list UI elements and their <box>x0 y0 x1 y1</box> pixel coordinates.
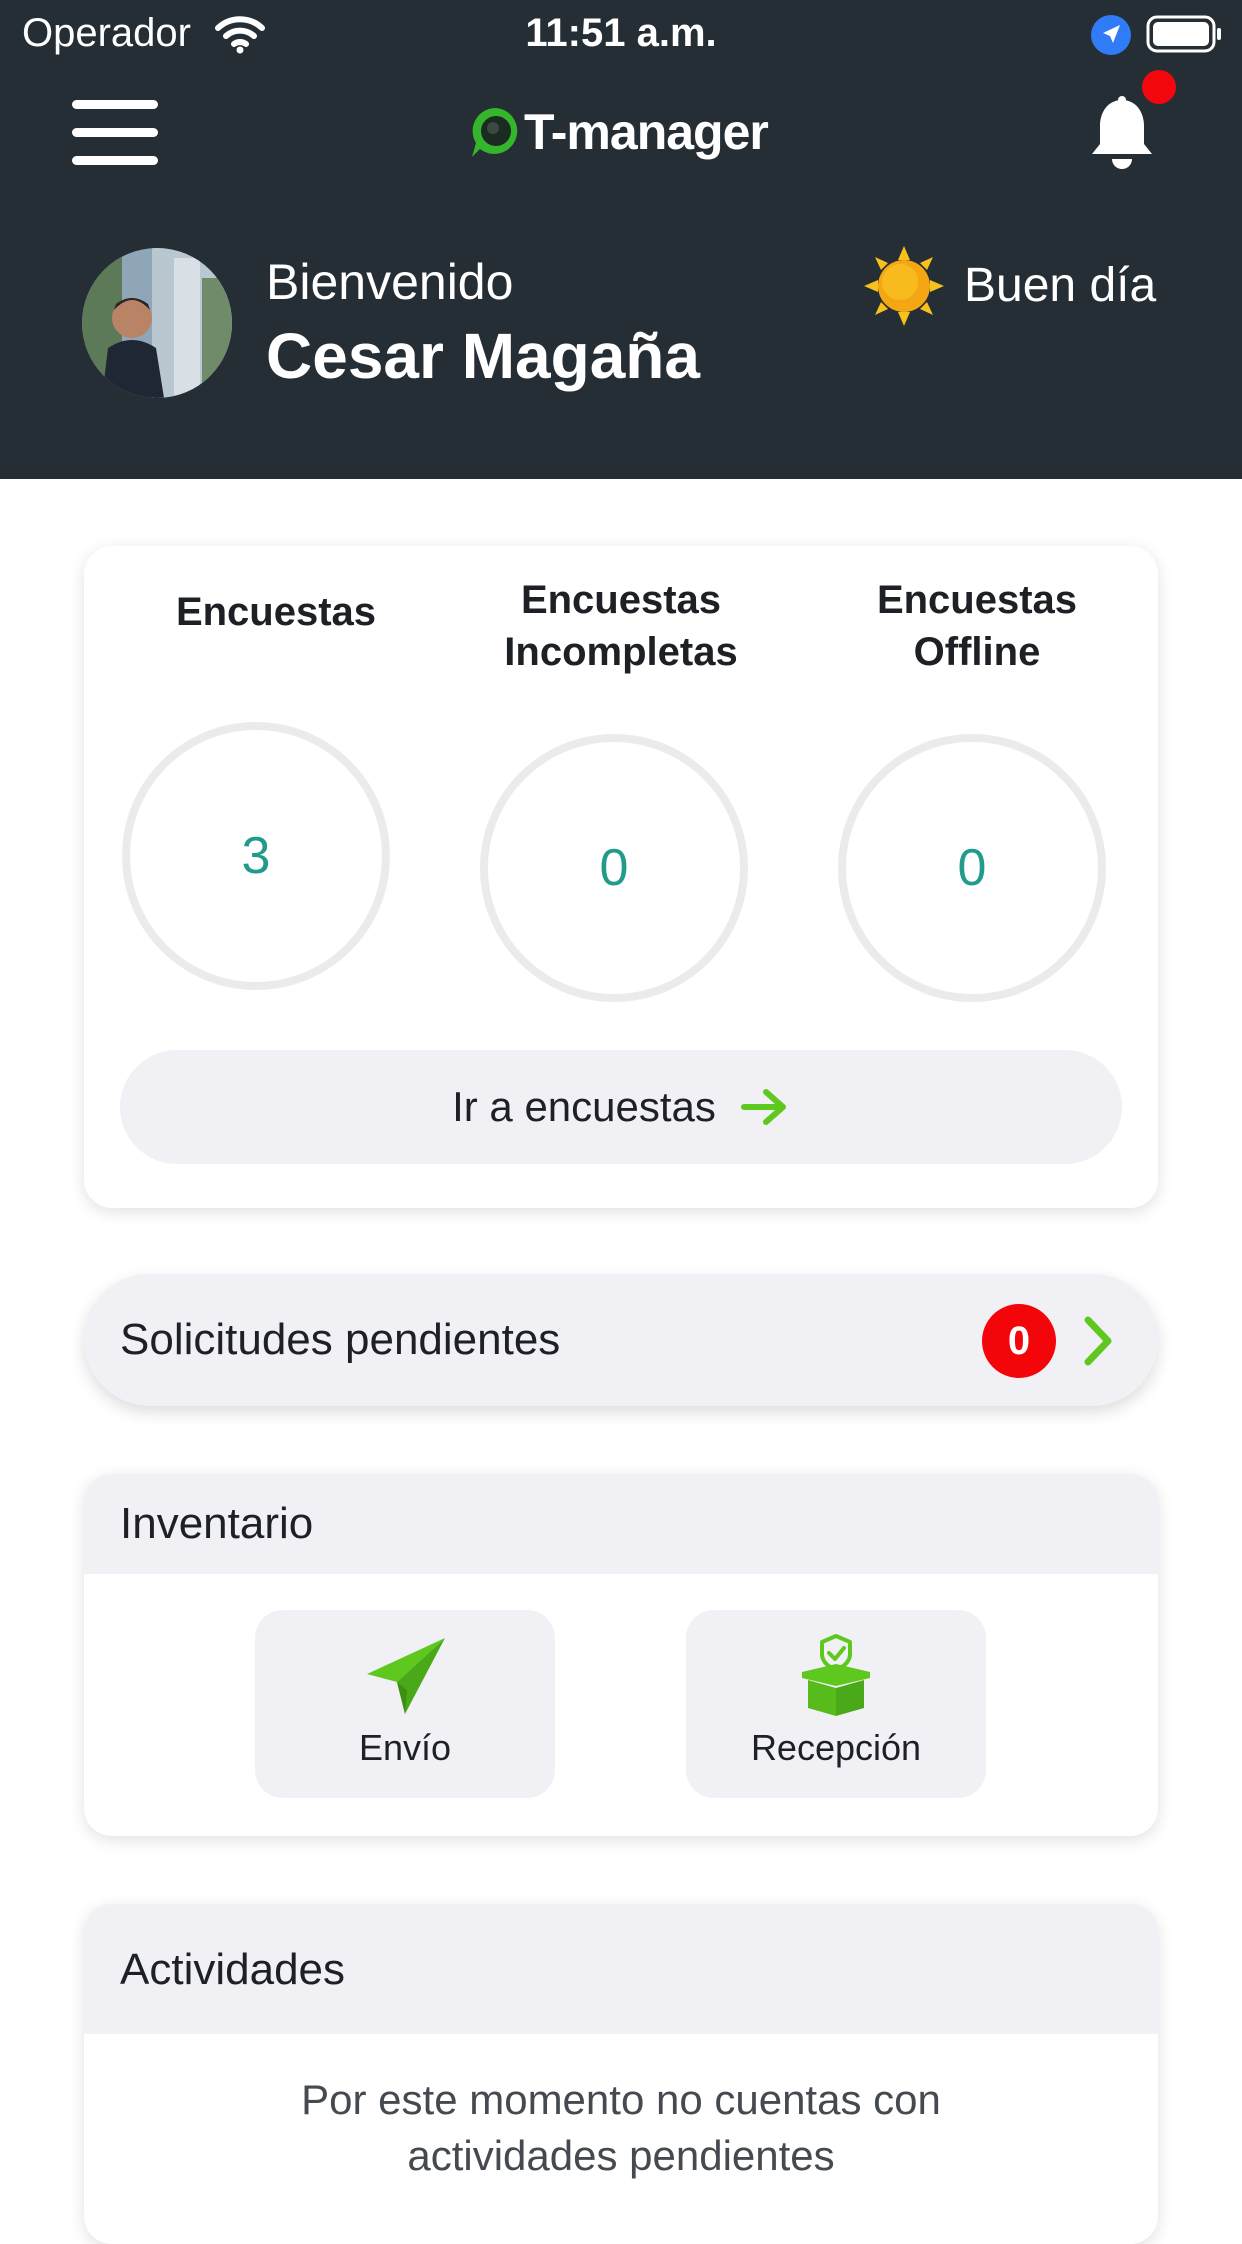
box-shield-icon <box>802 1634 870 1716</box>
activities-header: Actividades <box>84 1904 1158 2034</box>
inventory-card: Inventario Envío Recepción <box>84 1474 1158 1836</box>
activities-empty-message: Por este momento no cuentas con activida… <box>301 2076 941 2179</box>
avatar-photo <box>82 248 232 398</box>
avatar[interactable] <box>82 248 232 398</box>
stat-value-incomplete[interactable]: 0 <box>480 734 748 1002</box>
stat-value-offline[interactable]: 0 <box>838 734 1106 1002</box>
pending-requests-label: Solicitudes pendientes <box>120 1315 561 1364</box>
send-tile-label: Envío <box>358 1727 452 1768</box>
reception-tile-label: Recepción <box>750 1727 922 1768</box>
activities-title: Actividades <box>120 1945 346 1994</box>
app-logo: T-manager <box>466 100 786 164</box>
send-tile-button[interactable]: Envío <box>255 1610 555 1798</box>
reception-tile-button[interactable]: Recepción <box>686 1610 986 1798</box>
greeting-label: Buen día <box>964 259 1157 312</box>
stat-label-surveys: Encuestas <box>175 590 377 634</box>
arrow-right-icon <box>740 1089 786 1125</box>
inventory-header: Inventario <box>84 1474 1158 1574</box>
inventory-title: Inventario <box>120 1499 314 1548</box>
status-time: 11:51 a.m. <box>525 11 717 55</box>
stat-value-surveys[interactable]: 3 <box>122 722 390 990</box>
app-header: Operador 11:51 a.m. T-manager Bienvenido… <box>0 0 1242 479</box>
stat-label-offline: Encuestas Offline <box>876 578 1078 674</box>
notification-bell-icon[interactable] <box>1084 94 1160 174</box>
pending-requests-row[interactable]: Solicitudes pendientes 0 <box>84 1274 1158 1406</box>
user-name: Cesar Magaña <box>266 320 700 392</box>
chevron-right-icon <box>1084 1316 1112 1366</box>
activities-card: Actividades Por este momento no cuentas … <box>84 1904 1158 2244</box>
go-to-surveys-button[interactable]: Ir a encuestas <box>120 1050 1122 1164</box>
pending-count-badge: 0 <box>982 1304 1056 1378</box>
hamburger-menu-icon[interactable] <box>72 98 158 168</box>
stat-label-incomplete: Encuestas Incompletas <box>504 578 738 674</box>
logo-text: T-manager <box>524 104 769 160</box>
surveys-card: Encuestas Encuestas Incompletas Encuesta… <box>84 546 1158 1208</box>
send-icon <box>367 1638 445 1714</box>
welcome-label: Bienvenido <box>266 254 514 310</box>
go-to-surveys-label: Ir a encuestas <box>452 1083 716 1130</box>
status-bar: Operador 11:51 a.m. <box>0 0 1242 66</box>
location-arrow-icon <box>1091 15 1131 55</box>
logo-mark-icon <box>472 107 518 157</box>
battery-icon <box>1146 15 1221 53</box>
notification-dot <box>1142 70 1176 104</box>
sun-icon <box>864 246 944 326</box>
